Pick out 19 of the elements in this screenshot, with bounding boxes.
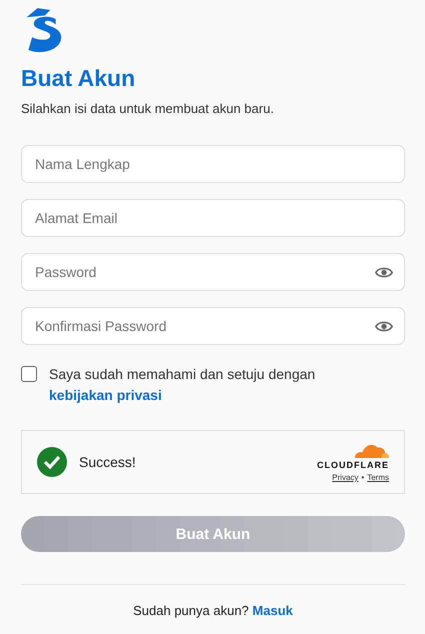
page-title: Buat Akun [21, 64, 136, 92]
login-link[interactable]: Masuk [252, 603, 293, 618]
separator-dot: • [361, 473, 364, 482]
agreement-text: Saya sudah memahami dan setuju dengan kebijakan privasi [49, 365, 316, 405]
cloud-icon [353, 442, 389, 459]
subtitle: Silahkan isi data untuk membuat akun baru. [21, 101, 275, 116]
brand-wordmark: CLOUDFLARE [317, 460, 389, 470]
email-field[interactable]: Alamat Email [21, 199, 405, 237]
password-field[interactable]: Konfirmasi Password [21, 307, 405, 345]
privacy-policy-link[interactable]: kebijakan privasi [49, 387, 162, 403]
login-prompt: Sudah punya akun? Masuk [132, 603, 294, 618]
password-field[interactable]: Password [21, 253, 405, 291]
agree-checkbox[interactable] [21, 366, 37, 382]
eye-icon[interactable] [375, 320, 393, 333]
privacy-link[interactable]: Privacy [332, 473, 358, 482]
terms-link[interactable]: Terms [367, 473, 389, 482]
name-field[interactable]: Nama Lengkap [21, 145, 405, 183]
captcha-status: Success! [79, 454, 137, 470]
eye-icon[interactable] [375, 266, 393, 279]
